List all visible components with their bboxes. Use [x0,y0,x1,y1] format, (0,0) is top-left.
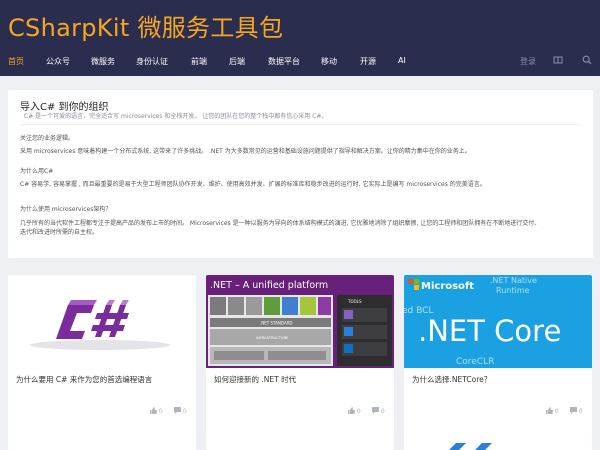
post-card[interactable]: .NET – A unified platform .NET STANDARD … [206,275,394,440]
like-count-value: 0 [356,408,361,415]
comment-count[interactable]: 0 [174,407,187,415]
like-count[interactable]: 0 [150,407,163,415]
nav-microservices[interactable]: 微服务 [91,56,115,67]
comment-icon [570,407,577,414]
like-count[interactable]: 0 [348,407,361,415]
top-header: CSharpKit 微服务工具包 首页 公众号 微服务 身份认证 前端 后端 数… [0,0,600,76]
thumbs-up-icon [546,407,553,414]
thumbs-up-icon [348,407,355,414]
intro-subtitle: C# 是一个可爱的语言，完全适合写 microservices 和全栈开发。 让… [24,113,328,120]
thumb-clr: CoreCLR [456,357,494,367]
nav-ai[interactable]: AI [398,56,406,65]
divider [20,124,581,125]
post-card[interactable]: Microsoft .NET Native Runtime ed BCL .NE… [404,275,592,440]
thumb-infra: INFRASTRUCTURE [256,336,289,340]
like-count[interactable]: 0 [546,407,559,415]
section-heading: 为什么使用 microservices架构？ [20,206,112,213]
post-title[interactable]: 为什么要用 C# 来作为您的首选编程语言 [16,374,152,385]
comment-count[interactable]: 0 [570,407,583,415]
thumb-big-title: .NET Core [418,314,561,348]
post-title[interactable]: 为什么选择.NETCore？ [412,374,491,385]
nav-wechat[interactable]: 公众号 [46,56,70,67]
site-title[interactable]: CSharpKit 微服务工具包 [8,8,283,43]
search-icon[interactable] [582,55,592,65]
nav-data-platform[interactable]: 数据平台 [268,56,300,67]
login-link[interactable]: 登录 [520,56,536,67]
comment-count-value: 0 [578,408,583,415]
comment-icon [372,407,379,414]
net-unified-platform-image[interactable]: .NET – A unified platform .NET STANDARD … [206,275,394,368]
post-title[interactable]: 如何迎接新的 .NET 时代 [214,374,296,385]
post-card[interactable] [8,440,196,450]
section-body: C# 容易学, 容易掌握 , 而且最重要的是易于大型工程师团队协作开发、维护、使… [20,181,486,188]
comment-count-value: 0 [182,408,187,415]
nav-identity[interactable]: 身份认证 [136,56,168,67]
like-count-value: 0 [554,408,559,415]
post-card[interactable]: 为什么要用 C# 来作为您的首选编程语言 0 0 [8,275,196,440]
net-core-image[interactable]: Microsoft .NET Native Runtime ed BCL .NE… [404,275,592,368]
thumb-brand: Microsoft [421,281,474,292]
nav-mobile[interactable]: 移动 [321,56,337,67]
like-count-value: 0 [158,408,163,415]
section-body: 几乎所有的当代软件工程都专注于提高产品的发布上市的时间。 Microservic… [20,220,541,227]
comment-icon [174,407,181,414]
intro-article: 导入C# 到你的组织 C# 是一个可爱的语言，完全适合写 microservic… [8,90,593,258]
section-heading: 关注您的业务逻辑。 [20,135,75,142]
nav-frontend[interactable]: 前端 [191,56,207,67]
csharp-logo-image[interactable] [8,275,196,368]
section-body: 采用 microservices 意味着构建一个分布式系统, 这带来了许多挑战。… [20,148,471,155]
thumb-runtime: Runtime [496,286,529,295]
comment-count-value: 0 [380,408,385,415]
nav-backend[interactable]: 后端 [229,56,245,67]
thumbs-up-icon [150,407,157,414]
thumb-tools: TOOLS [347,299,362,304]
thumb-standard: .NET STANDARD [260,321,293,326]
main-nav: 首页 公众号 微服务 身份认证 前端 后端 数据平台 移动 开源 AI [0,52,600,72]
thumb-native: .NET Native [490,276,537,285]
post-card[interactable] [404,440,592,450]
section-heading: 为什么用C# [20,168,54,175]
nav-home[interactable]: 首页 [8,56,24,67]
section-body: 迭代和改进时所需的自主权。 [20,229,99,236]
comment-count[interactable]: 0 [372,407,385,415]
thumb-heading: .NET – A unified platform [210,280,328,291]
nav-opensource[interactable]: 开源 [360,56,376,67]
grid-icon[interactable] [553,55,563,65]
post-card[interactable] [206,440,394,450]
post-thumbnail-partial [449,443,492,450]
